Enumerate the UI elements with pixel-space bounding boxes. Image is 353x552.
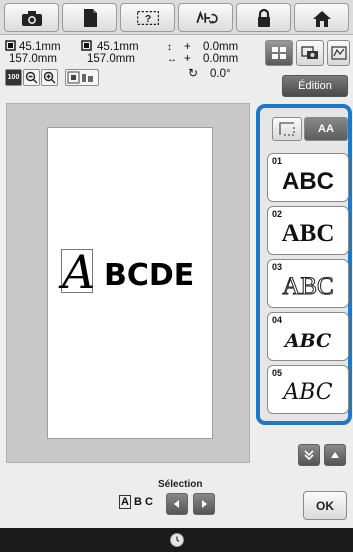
letter-size-label: AA — [318, 123, 334, 135]
font-button-01[interactable]: 01 ABC — [267, 153, 349, 202]
canvas-letters-rest: BCDE — [104, 258, 195, 293]
clock-icon — [170, 533, 184, 547]
zoom-out-icon — [25, 71, 38, 84]
home-button[interactable] — [294, 3, 349, 32]
grid-icon — [272, 47, 286, 59]
rotation-icon: ↻ — [188, 66, 199, 80]
selection-rest: B C — [134, 496, 153, 508]
help-button[interactable]: ? — [120, 3, 175, 32]
letter-size-button[interactable]: AA — [304, 117, 348, 141]
stitch-settings-button[interactable] — [178, 3, 233, 32]
frame-size-button[interactable] — [272, 117, 302, 141]
font-sample: ABC — [282, 273, 334, 301]
capture-button[interactable] — [296, 40, 324, 66]
zoom-level-text: 100 — [7, 74, 20, 81]
zoom-level-button[interactable]: 100 — [5, 69, 22, 86]
edition-button[interactable]: Édition — [282, 75, 348, 97]
chevron-up-icon — [331, 452, 339, 458]
lock-icon — [257, 8, 270, 27]
grid-button[interactable] — [265, 40, 293, 66]
font-sample: ABC — [284, 330, 332, 352]
horizontal-arrow-icon: ↔ — [167, 54, 177, 65]
document-button[interactable] — [62, 3, 117, 32]
font-button-04[interactable]: 04 ABC — [267, 312, 349, 361]
triangle-right-icon — [202, 500, 207, 508]
embroidery-edit-screen: ? 45.1mm 157.0mm 45.1mm 157.0mm ↕ + ↔ + … — [0, 0, 353, 552]
hoop-size-icon — [81, 40, 92, 51]
font-sample: ABC — [281, 220, 335, 247]
font-number: 03 — [272, 262, 283, 272]
font-number: 01 — [272, 156, 283, 166]
ok-button[interactable]: OK — [303, 491, 347, 520]
select-next-button[interactable] — [193, 493, 215, 515]
page-up-button[interactable] — [324, 444, 346, 466]
frame-icon — [279, 122, 295, 136]
svg-text:?: ? — [144, 14, 150, 25]
rotation-value: 0.0° — [210, 68, 231, 80]
height2-value: 157.0mm — [87, 53, 135, 65]
embroidery-hoop: A BCDE — [47, 127, 213, 439]
pattern-button[interactable] — [327, 40, 350, 66]
chevron-double-down-icon — [304, 450, 314, 461]
fit-view-button[interactable] — [65, 69, 99, 86]
font-number: 02 — [272, 209, 283, 219]
top-toolbar: ? — [0, 0, 353, 35]
zoom-in-icon — [43, 71, 56, 84]
stitch-settings-icon — [195, 10, 218, 24]
selection-label: Sélection — [158, 479, 203, 490]
font-sample: ABC — [283, 380, 333, 405]
help-icon: ? — [136, 10, 159, 25]
font-number: 04 — [272, 315, 283, 325]
zoom-out-button[interactable] — [23, 69, 40, 86]
font-sample: ABC — [282, 168, 334, 195]
selection-first-char: A — [119, 495, 131, 509]
camera-button[interactable] — [4, 3, 59, 32]
font-button-02[interactable]: 02 ABC — [267, 206, 349, 255]
lock-button[interactable] — [236, 3, 291, 32]
document-icon — [83, 8, 97, 27]
pattern-icon — [330, 46, 347, 60]
page-down-button[interactable] — [298, 444, 320, 466]
font-button-03[interactable]: 03 ABC — [267, 259, 349, 308]
font-number: 05 — [272, 368, 283, 378]
plus-h: + — [184, 53, 191, 65]
offset-h-value: 0.0mm — [203, 53, 239, 65]
triangle-left-icon — [174, 500, 179, 508]
capture-icon — [301, 46, 318, 59]
height-value: 157.0mm — [9, 53, 57, 65]
fit-view-icon — [67, 71, 93, 84]
select-prev-button[interactable] — [166, 493, 188, 515]
font-button-05[interactable]: 05 ABC — [267, 365, 349, 414]
size-icon — [5, 40, 16, 51]
zoom-in-button[interactable] — [41, 69, 58, 86]
canvas-letter-first: A — [62, 245, 96, 299]
selection-preview: A B C — [119, 495, 163, 510]
home-icon — [312, 10, 331, 27]
camera-icon — [21, 10, 42, 26]
embroidery-canvas[interactable]: A BCDE — [6, 103, 250, 463]
